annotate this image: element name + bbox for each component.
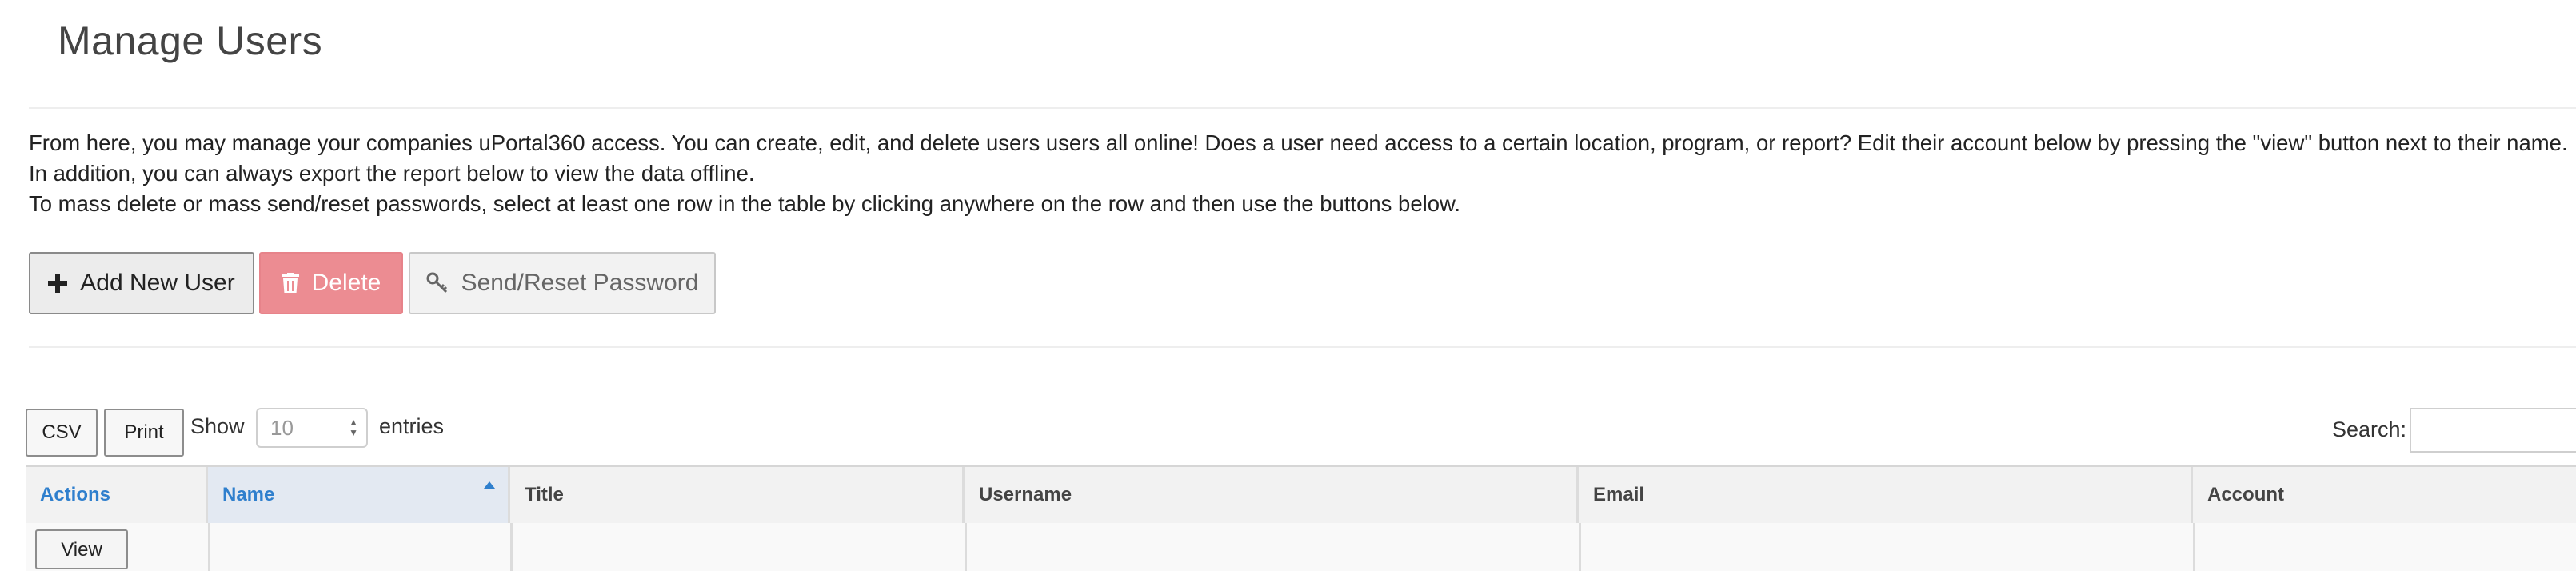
select-arrows-icon: ▲ ▼ [349, 417, 358, 438]
show-label: Show [190, 414, 245, 438]
divider [29, 346, 2576, 348]
add-new-user-label: Add New User [80, 270, 235, 296]
column-header-account[interactable]: Account [2193, 467, 2576, 523]
column-header-email[interactable]: Email [1579, 467, 2193, 523]
page-size-select[interactable]: 10 ▲ ▼ [256, 408, 368, 448]
column-header-name[interactable]: Name [208, 467, 510, 523]
table-cell-email [1579, 523, 2195, 571]
print-button[interactable]: Print [104, 409, 184, 457]
key-icon [426, 272, 447, 293]
csv-export-button[interactable]: CSV [26, 409, 98, 457]
table-row[interactable]: View [26, 523, 2576, 571]
search-input[interactable] [2410, 408, 2576, 453]
entries-label: entries [379, 414, 445, 438]
divider [29, 107, 2576, 109]
column-header-title[interactable]: Title [510, 467, 965, 523]
sort-ascending-icon [484, 481, 495, 489]
send-reset-password-label: Send/Reset Password [461, 270, 699, 296]
column-header-actions[interactable]: Actions [26, 467, 208, 523]
table-cell-name [208, 523, 513, 571]
send-reset-password-button[interactable]: Send/Reset Password [409, 252, 716, 314]
trash-icon [281, 273, 299, 293]
intro-instructions: To mass delete or mass send/reset passwo… [29, 191, 1461, 216]
column-header-username[interactable]: Username [965, 467, 1579, 523]
delete-button[interactable]: Delete [259, 252, 403, 314]
table-cell-title [510, 523, 967, 571]
table-header: Actions Name Title Username Email Accoun… [26, 465, 2576, 525]
page-title: Manage Users [58, 18, 323, 63]
plus-icon [48, 274, 68, 293]
column-header-name-label: Name [222, 484, 275, 505]
view-button[interactable]: View [35, 529, 128, 569]
delete-label: Delete [311, 270, 381, 296]
table-cell-username [965, 523, 1581, 571]
page-size-value: 10 [270, 415, 294, 440]
add-new-user-button[interactable]: Add New User [29, 252, 254, 314]
intro-paragraph: From here, you may manage your companies… [29, 130, 2568, 186]
intro-text: From here, you may manage your companies… [29, 128, 2576, 219]
table-cell-actions: View [26, 523, 210, 571]
search-label: Search: [2332, 417, 2407, 441]
